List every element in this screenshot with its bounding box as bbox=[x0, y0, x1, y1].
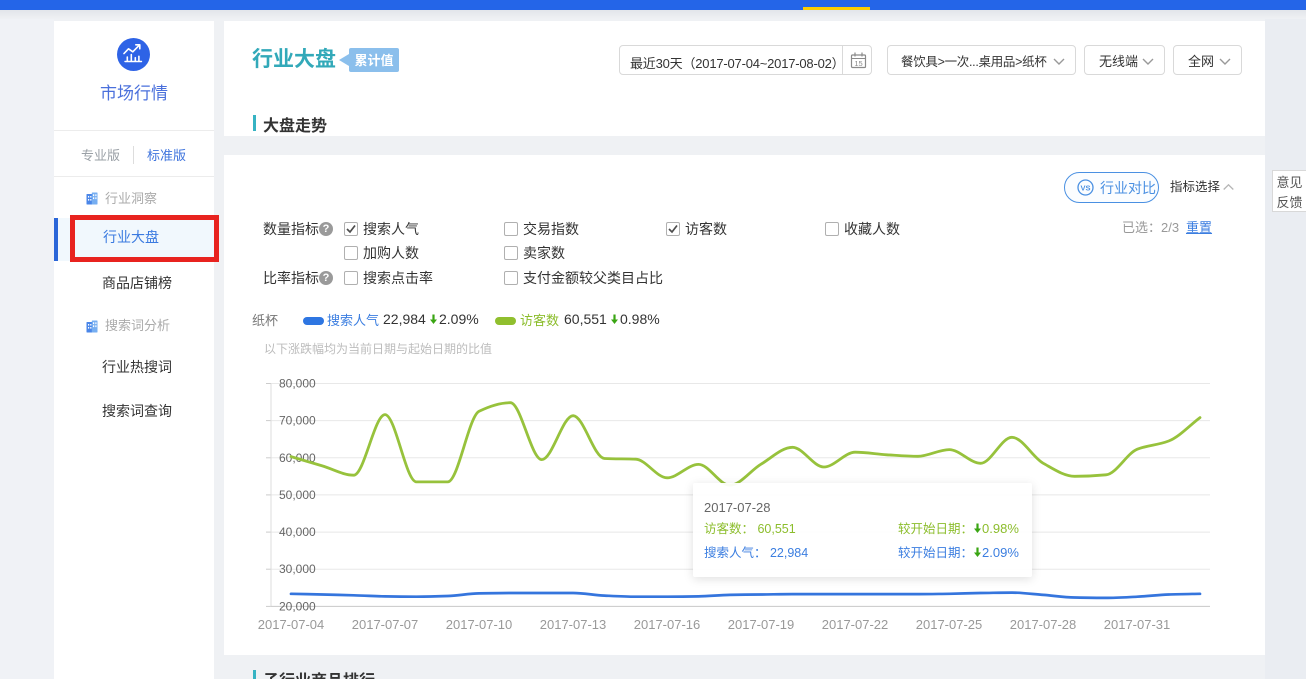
svg-text:2017-07-22: 2017-07-22 bbox=[822, 617, 889, 632]
svg-text:2017-07-16: 2017-07-16 bbox=[634, 617, 701, 632]
svg-text:2017-07-10: 2017-07-10 bbox=[446, 617, 513, 632]
svg-text:40,000: 40,000 bbox=[279, 525, 316, 539]
svg-text:30,000: 30,000 bbox=[279, 562, 316, 576]
svg-text:2017-07-04: 2017-07-04 bbox=[258, 617, 325, 632]
svg-text:2017-07-19: 2017-07-19 bbox=[728, 617, 795, 632]
svg-text:2017-07-07: 2017-07-07 bbox=[352, 617, 419, 632]
svg-text:2017-07-31: 2017-07-31 bbox=[1104, 617, 1171, 632]
svg-text:2017-07-25: 2017-07-25 bbox=[916, 617, 983, 632]
svg-text:80,000: 80,000 bbox=[279, 377, 316, 391]
svg-text:2017-07-13: 2017-07-13 bbox=[540, 617, 607, 632]
svg-text:15: 15 bbox=[854, 59, 862, 68]
svg-text:VS: VS bbox=[1080, 184, 1090, 193]
svg-text:70,000: 70,000 bbox=[279, 414, 316, 428]
svg-text:50,000: 50,000 bbox=[279, 488, 316, 502]
svg-text:2017-07-28: 2017-07-28 bbox=[1010, 617, 1077, 632]
svg-text:20,000: 20,000 bbox=[279, 599, 316, 613]
